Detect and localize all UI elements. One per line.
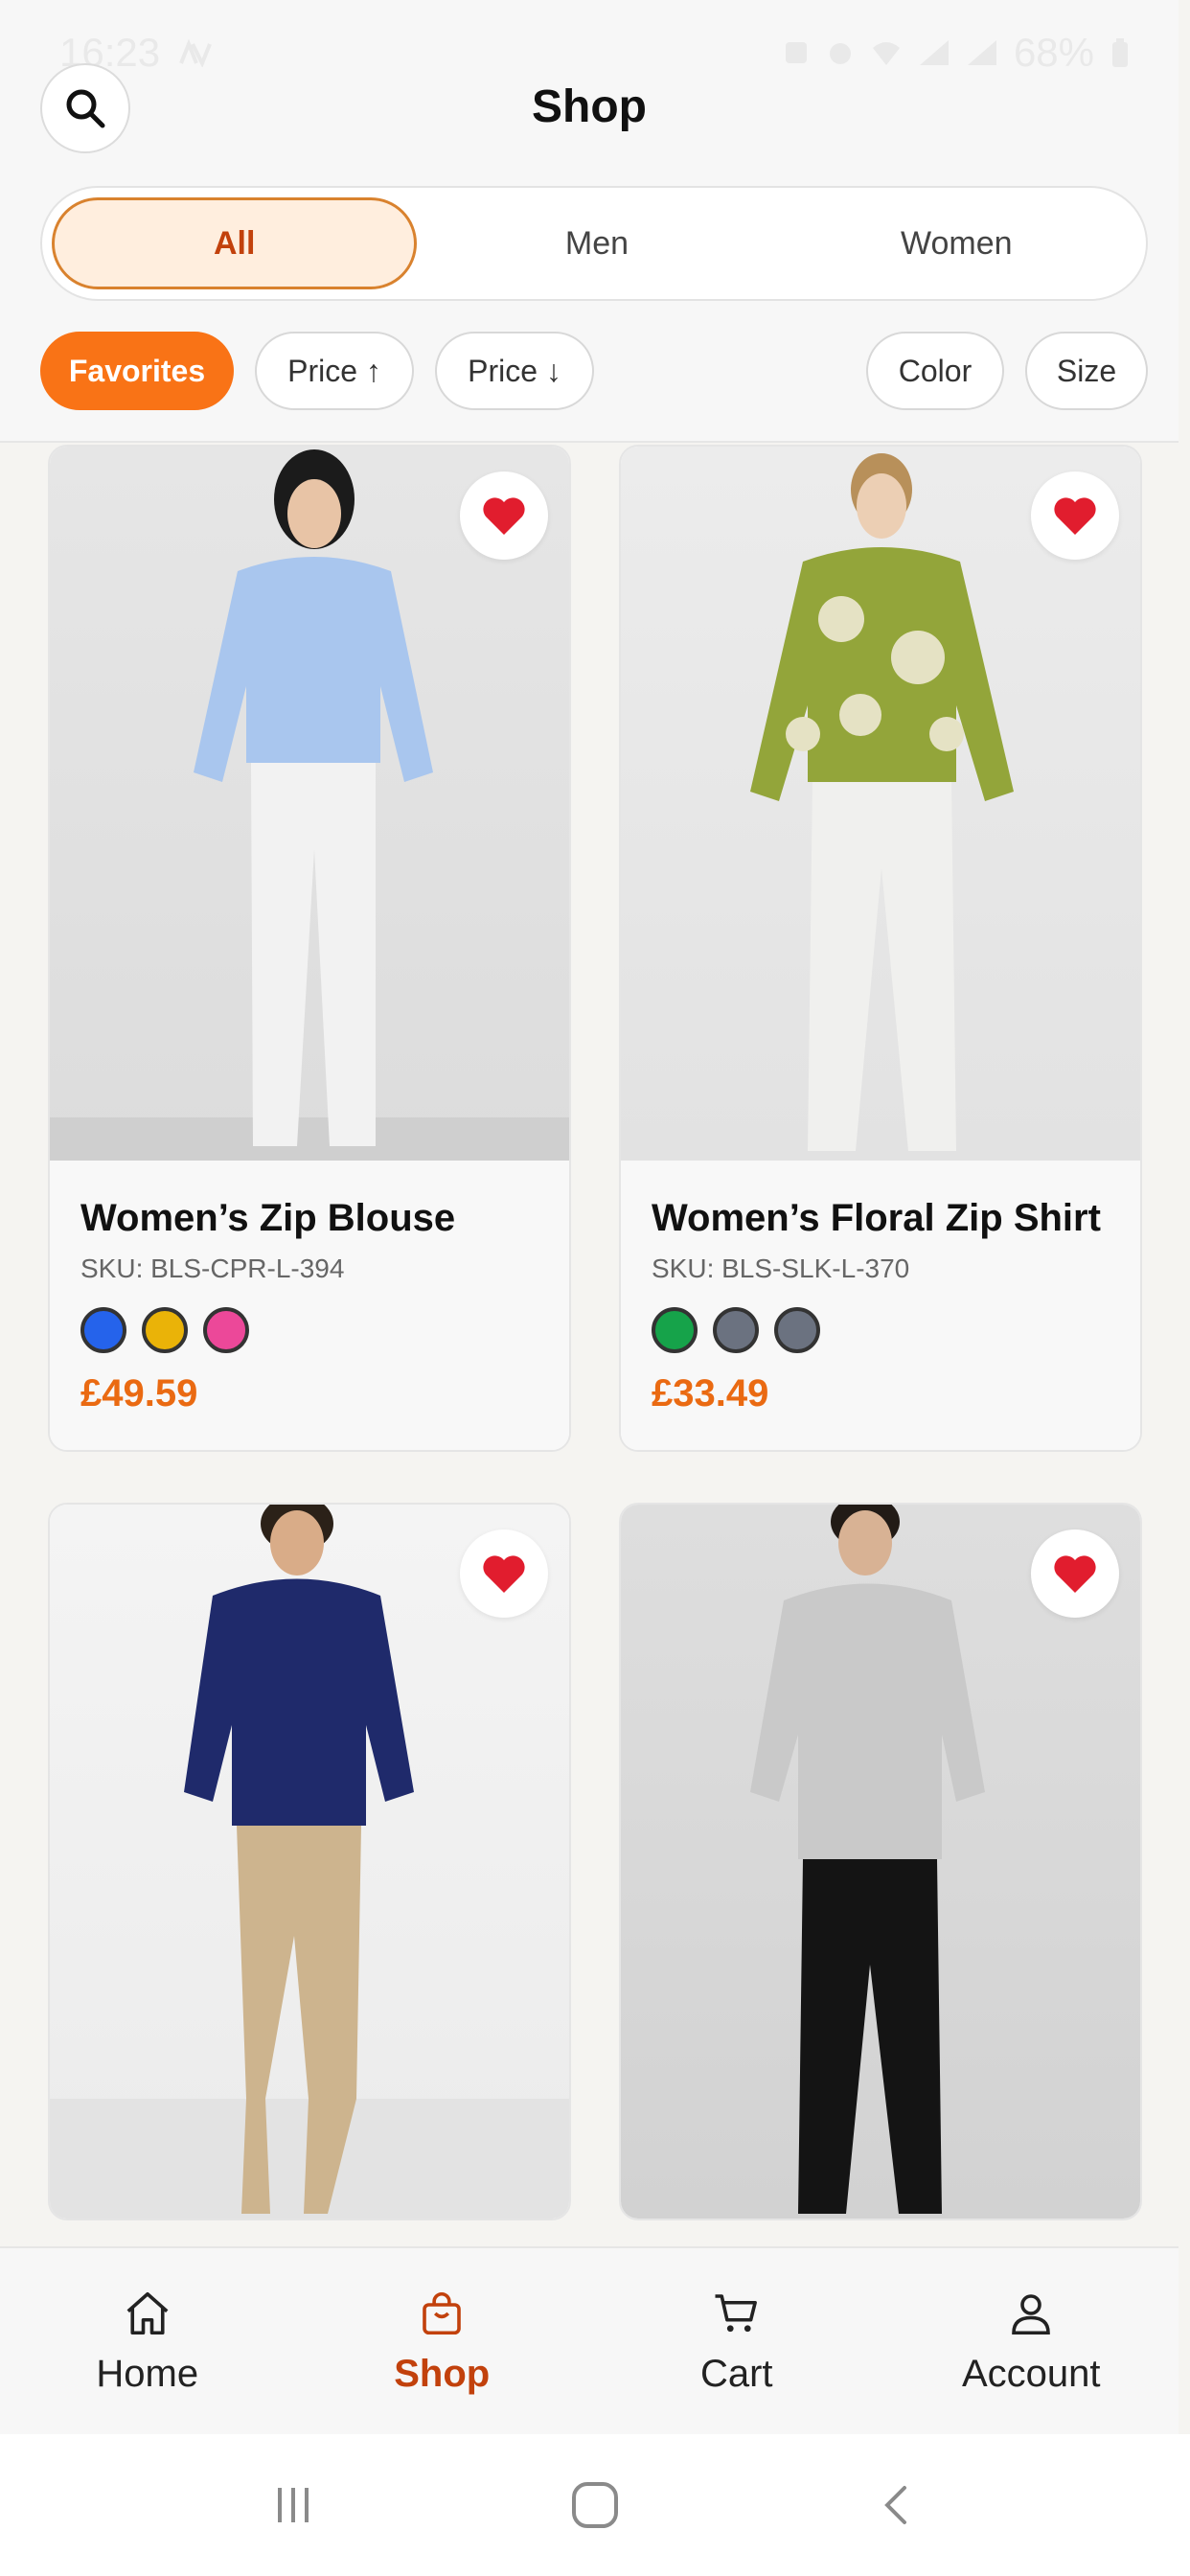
product-sku: SKU: BLS-CPR-L-394 — [80, 1254, 345, 1283]
nav-shop[interactable]: Shop — [295, 2248, 590, 2434]
favorite-button[interactable] — [460, 472, 548, 560]
product-name: Women’s Zip Blouse — [80, 1197, 456, 1239]
price-ascending-chip[interactable]: Price ↑ — [255, 332, 414, 410]
signal-2-icon — [967, 40, 996, 65]
bottom-navigation: Home Shop Cart Account — [0, 2246, 1179, 2434]
nav-home-label: Home — [96, 2352, 199, 2395]
cart-icon — [715, 2293, 757, 2332]
heart-icon — [483, 1555, 525, 1593]
product-image — [621, 447, 1140, 1161]
favorite-button[interactable] — [1031, 472, 1119, 560]
battery-percent: 68% — [1013, 30, 1094, 75]
notification-icon — [785, 42, 807, 63]
gender-segmented-control: All Men Women — [40, 186, 1148, 301]
product-info: Women’s Floral Zip Shirt SKU: BLS-SLK-L-… — [621, 1161, 1140, 1450]
nav-cart[interactable]: Cart — [589, 2248, 884, 2434]
product-card[interactable] — [619, 1503, 1142, 2220]
battery-icon — [1112, 38, 1128, 67]
favorite-button[interactable] — [1031, 1530, 1119, 1618]
size-filter-chip[interactable]: Size — [1025, 332, 1148, 410]
home-button-icon[interactable] — [569, 2479, 621, 2531]
favorites-filter-chip[interactable]: Favorites — [40, 332, 234, 410]
product-info: Women’s Zip Blouse SKU: BLS-CPR-L-394 £4… — [50, 1161, 569, 1450]
product-image — [50, 447, 569, 1161]
nav-shop-label: Shop — [394, 2352, 491, 2395]
back-icon[interactable] — [874, 2482, 920, 2528]
product-name: Women’s Floral Zip Shirt — [652, 1197, 1101, 1239]
home-icon — [126, 2291, 169, 2334]
heart-icon — [483, 497, 525, 535]
favorite-button[interactable] — [460, 1530, 548, 1618]
segment-all[interactable]: All — [52, 197, 418, 289]
product-card[interactable]: Women’s Floral Zip Shirt SKU: BLS-SLK-L-… — [619, 445, 1142, 1452]
segment-men[interactable]: Men — [417, 197, 776, 289]
color-swatch-green[interactable] — [652, 1307, 698, 1353]
filter-bar: Favorites Price ↑ Price ↓ Color Size — [40, 332, 1148, 410]
user-icon — [1012, 2293, 1051, 2334]
product-image — [50, 1505, 569, 2219]
product-card[interactable] — [48, 1503, 571, 2220]
segment-women[interactable]: Women — [777, 197, 1136, 289]
color-swatches — [80, 1307, 538, 1353]
nav-account-label: Account — [961, 2352, 1101, 2395]
color-swatch-blue[interactable] — [80, 1307, 126, 1353]
color-swatch-gray[interactable] — [713, 1307, 759, 1353]
recent-apps-icon[interactable] — [270, 2482, 316, 2528]
heart-icon — [1054, 497, 1096, 535]
color-filter-chip[interactable]: Color — [866, 332, 1004, 410]
product-image — [621, 1505, 1140, 2219]
app-header: 16:23 68% Shop All Men Women Favorites P… — [0, 0, 1179, 443]
signal-activity-icon — [179, 38, 212, 67]
system-navigation-bar — [0, 2434, 1190, 2576]
price-descending-chip[interactable]: Price ↓ — [435, 332, 594, 410]
alarm-icon — [829, 43, 851, 64]
shopping-bag-icon — [423, 2291, 462, 2334]
nav-cart-label: Cart — [699, 2352, 773, 2395]
page-title: Shop — [532, 81, 647, 132]
nav-home[interactable]: Home — [0, 2248, 295, 2434]
product-card[interactable]: Women’s Zip Blouse SKU: BLS-CPR-L-394 £4… — [48, 445, 571, 1452]
product-sku: SKU: BLS-SLK-L-370 — [652, 1254, 910, 1283]
product-grid: Women’s Zip Blouse SKU: BLS-CPR-L-394 £4… — [0, 445, 1179, 2246]
color-swatch-pink[interactable] — [203, 1307, 249, 1353]
color-swatch-yellow[interactable] — [142, 1307, 188, 1353]
wifi-icon — [872, 42, 900, 65]
product-price: £49.59 — [80, 1372, 198, 1414]
signal-icon — [919, 40, 949, 65]
product-price: £33.49 — [652, 1372, 769, 1414]
color-swatches — [652, 1307, 1110, 1353]
nav-account[interactable]: Account — [884, 2248, 1179, 2434]
heart-icon — [1054, 1555, 1096, 1593]
color-swatch-slate[interactable] — [774, 1307, 820, 1353]
